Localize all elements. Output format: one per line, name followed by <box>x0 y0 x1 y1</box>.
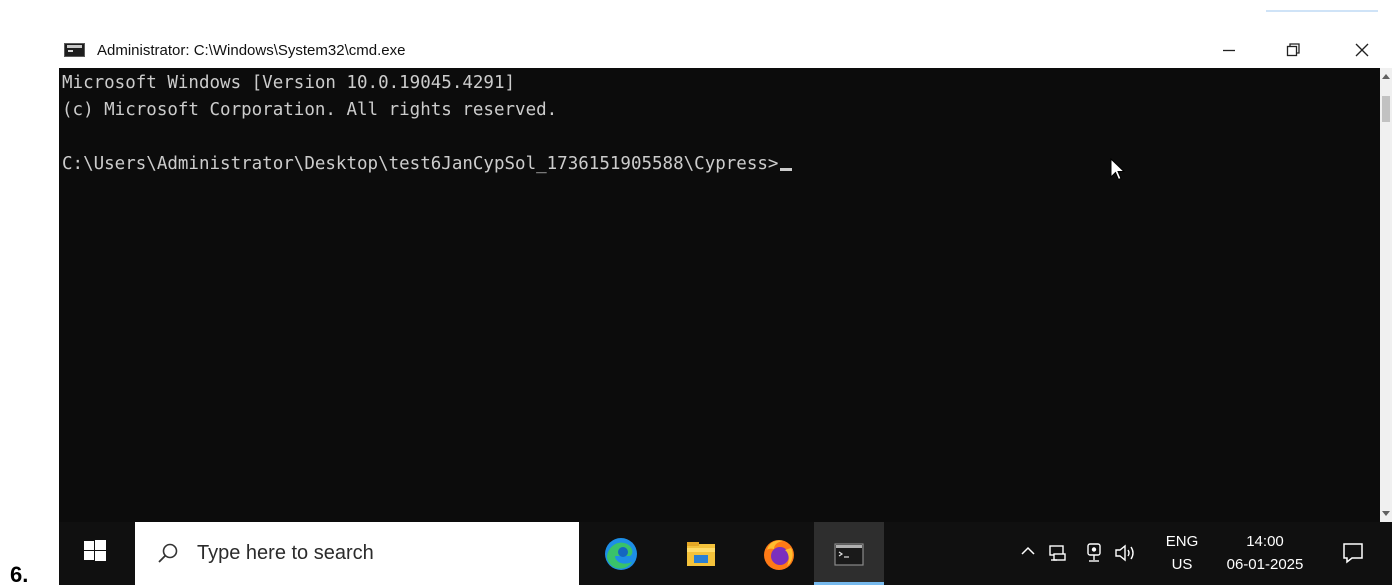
edge-icon <box>605 538 637 570</box>
speaker-volume-icon[interactable] <box>1114 542 1138 564</box>
taskbar-search-box[interactable]: Type here to search <box>135 522 579 585</box>
window-title: Administrator: C:\Windows\System32\cmd.e… <box>97 42 406 59</box>
text-cursor <box>780 168 793 171</box>
scroll-up-icon[interactable] <box>1382 74 1390 79</box>
start-button[interactable] <box>59 522 132 585</box>
meet-now-icon[interactable] <box>1084 542 1104 564</box>
console-prompt: C:\Users\Administrator\Desktop\test6JanC… <box>62 154 779 174</box>
clock[interactable]: 14:00 06-01-2025 <box>1215 530 1315 576</box>
network-icon[interactable] <box>1047 542 1069 564</box>
restore-icon <box>1286 43 1300 57</box>
taskbar-file-explorer[interactable] <box>666 522 736 585</box>
taskbar: Type here to search ENG US 14:00 06-01-2… <box>59 522 1392 585</box>
search-placeholder: Type here to search <box>197 542 374 564</box>
screenshot: 6. Administrator: C:\Windows\System32\cm… <box>0 0 1392 585</box>
chevron-up-icon[interactable] <box>1019 542 1037 560</box>
console-line-copyright: (c) Microsoft Corporation. All rights re… <box>62 100 558 120</box>
taskbar-edge[interactable] <box>586 522 656 585</box>
taskbar-firefox[interactable] <box>744 522 814 585</box>
scroll-down-icon[interactable] <box>1382 511 1390 516</box>
top-accent-line <box>1266 10 1378 12</box>
command-prompt-icon <box>834 543 864 566</box>
minimize-icon <box>1223 49 1235 52</box>
restore-button[interactable] <box>1263 34 1323 68</box>
close-button[interactable] <box>1332 34 1392 68</box>
console-output[interactable]: Microsoft Windows [Version 10.0.19045.42… <box>59 68 1380 522</box>
console-line-version: Microsoft Windows [Version 10.0.19045.42… <box>62 73 516 93</box>
cmd-app-icon[interactable] <box>64 43 85 57</box>
file-explorer-icon <box>687 542 715 566</box>
cmd-window[interactable]: Administrator: C:\Windows\System32\cmd.e… <box>59 34 1392 522</box>
clock-date: 06-01-2025 <box>1226 556 1304 573</box>
search-icon <box>158 543 178 563</box>
notification-icon <box>1343 543 1363 564</box>
clock-time: 14:00 <box>1246 533 1284 550</box>
language-indicator[interactable]: ENG US <box>1159 530 1205 576</box>
vertical-scrollbar[interactable] <box>1380 68 1392 522</box>
mouse-pointer-icon <box>1110 158 1126 181</box>
minimize-button[interactable] <box>1199 34 1259 68</box>
system-tray <box>1009 522 1159 585</box>
step-number: 6. <box>10 562 29 585</box>
firefox-icon <box>764 540 794 570</box>
windows-logo-icon <box>84 540 106 561</box>
taskbar-command-prompt[interactable] <box>814 522 884 585</box>
keyboard-region: US <box>1171 556 1193 573</box>
close-icon <box>1355 43 1369 57</box>
language-code: ENG <box>1165 533 1199 550</box>
title-bar[interactable]: Administrator: C:\Windows\System32\cmd.e… <box>59 34 1392 68</box>
notification-center-button[interactable] <box>1329 522 1379 585</box>
scroll-thumb[interactable] <box>1382 96 1390 122</box>
